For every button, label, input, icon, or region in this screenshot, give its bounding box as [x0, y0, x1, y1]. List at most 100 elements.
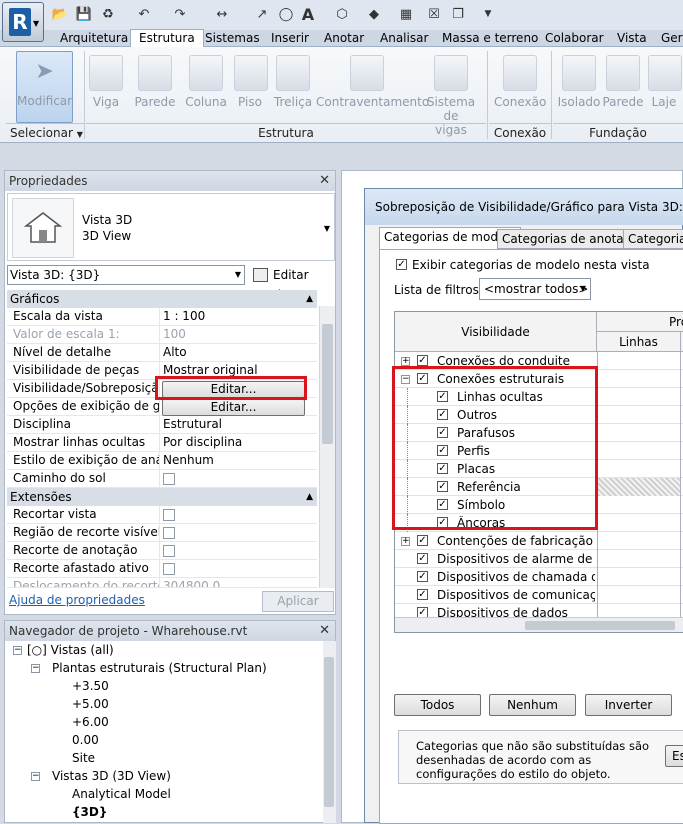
tab-inserir[interactable]: Inserir: [271, 31, 309, 45]
undo-icon[interactable]: ↶: [136, 6, 152, 22]
category-row[interactable]: ✓ Dispositivos de alarme de i...: [395, 550, 683, 568]
projection-lines-cell[interactable]: [597, 370, 681, 388]
tab-colaborar[interactable]: Colaborar: [545, 31, 604, 45]
view-instance-selector[interactable]: Vista 3D: {3D} ▼: [7, 265, 245, 285]
prop-value[interactable]: Nenhum: [159, 452, 317, 470]
projection-lines-cell[interactable]: [597, 424, 681, 442]
projection-lines-cell[interactable]: [597, 442, 681, 460]
wall-button[interactable]: Parede: [132, 53, 178, 127]
sun-path-checkbox[interactable]: [163, 473, 175, 485]
projection-lines-cell[interactable]: [597, 478, 681, 496]
annotation-crop-checkbox[interactable]: [163, 545, 175, 557]
tab-gerenciar[interactable]: Gere: [661, 31, 683, 45]
collapse-toggle[interactable]: −: [13, 646, 22, 655]
col-visibility[interactable]: Visibilidade: [395, 312, 597, 352]
tree-item-plan[interactable]: 0.00: [72, 731, 99, 749]
brace-button[interactable]: Contraventamento: [316, 53, 429, 127]
application-menu-button[interactable]: R ▼: [2, 2, 44, 42]
tree-item-plan[interactable]: +6.00: [72, 713, 109, 731]
truss-button[interactable]: Treliça: [272, 53, 314, 127]
prop-value[interactable]: Estrutural: [159, 416, 317, 434]
object-styles-button[interactable]: Estilo: [665, 745, 683, 767]
expand-toggle[interactable]: +: [401, 357, 410, 366]
prop-row[interactable]: Mostrar linhas ocultas Por disciplina: [7, 434, 317, 452]
tag-icon[interactable]: ◯: [278, 6, 294, 22]
category-row[interactable]: ✓ Dispositivos de comunicação: [395, 586, 683, 604]
visibility-checkbox[interactable]: ✓: [417, 553, 428, 564]
prop-row[interactable]: Escala da vista 1 : 100: [7, 308, 317, 326]
tree-item-plan[interactable]: +3.50: [72, 677, 109, 695]
tree-item-3d-view-active[interactable]: {3D}: [72, 803, 107, 821]
tab-vista[interactable]: Vista: [617, 31, 647, 45]
collapse-toggle[interactable]: −: [31, 772, 40, 781]
connection-button[interactable]: Conexão: [494, 53, 546, 127]
tree-item-3d-views[interactable]: Vistas 3D (3D View): [52, 767, 171, 785]
tree-item-structural-plans[interactable]: Plantas estruturais (Structural Plan): [52, 659, 267, 677]
category-row[interactable]: + ✓ Contenções de fabricação ...: [395, 532, 683, 550]
properties-scrollbar[interactable]: [319, 306, 335, 588]
collapse-toggle[interactable]: −: [31, 664, 40, 673]
scrollbar-thumb[interactable]: [324, 657, 334, 807]
prop-row[interactable]: Disciplina Estrutural: [7, 416, 317, 434]
tab-arquitetura[interactable]: Arquitetura: [60, 31, 128, 45]
invert-button[interactable]: Inverter: [585, 694, 672, 716]
far-clip-checkbox[interactable]: [163, 563, 175, 575]
projection-lines-cell[interactable]: [597, 352, 681, 370]
close-icon[interactable]: ✕: [319, 171, 330, 191]
apply-button[interactable]: Aplicar: [262, 591, 334, 612]
projection-lines-cell[interactable]: [597, 388, 681, 406]
properties-help-link[interactable]: Ajuda de propriedades: [9, 593, 145, 607]
group-extents[interactable]: Extensões ▲: [7, 488, 317, 506]
sync-icon[interactable]: ♻: [100, 6, 116, 22]
prop-value[interactable]: 1 : 100: [159, 308, 317, 326]
thin-lines-icon[interactable]: ▦: [398, 6, 414, 22]
tree-item-views[interactable]: [○] Vistas (all): [27, 641, 114, 659]
projection-lines-cell[interactable]: [597, 514, 681, 532]
text-icon[interactable]: A: [300, 5, 316, 24]
projection-lines-cell[interactable]: [597, 568, 681, 586]
crop-view-checkbox[interactable]: [163, 509, 175, 521]
filter-list-select[interactable]: <mostrar todos> ▼: [479, 278, 591, 300]
prop-value[interactable]: Por disciplina: [159, 434, 317, 452]
tab-anotar[interactable]: Anotar: [324, 31, 364, 45]
tab-estrutura[interactable]: Estrutura: [130, 29, 204, 47]
select-none-button[interactable]: Nenhum: [489, 694, 576, 716]
show-model-categories-checkbox[interactable]: ✓ Exibir categorias de modelo nesta vista: [396, 258, 650, 272]
col-lines[interactable]: Linhas: [597, 332, 681, 352]
category-row[interactable]: ✓ Dispositivos de chamada d...: [395, 568, 683, 586]
tab-analisar[interactable]: Analisar: [380, 31, 428, 45]
modify-button[interactable]: ➤ Modificar: [16, 51, 73, 123]
projection-lines-cell[interactable]: [597, 550, 681, 568]
tree-item-3d-view[interactable]: Analytical Model: [72, 785, 171, 803]
3d-view-icon[interactable]: ⬡: [334, 6, 350, 22]
tab-categories[interactable]: Categorias: [623, 229, 683, 249]
beam-button[interactable]: Viga: [88, 53, 124, 127]
visibility-checkbox[interactable]: ✓: [417, 535, 428, 546]
type-selector[interactable]: Vista 3D 3D View ▼: [7, 193, 335, 261]
visibility-checkbox[interactable]: ✓: [417, 589, 428, 600]
grid-horizontal-scrollbar[interactable]: [395, 617, 683, 632]
visibility-checkbox[interactable]: ✓: [417, 571, 428, 582]
group-graphics[interactable]: Gráficos ▲: [7, 290, 317, 308]
graphic-display-edit-button[interactable]: Editar...: [162, 399, 305, 416]
expand-toggle[interactable]: +: [401, 537, 410, 546]
close-icon[interactable]: ✕: [319, 621, 330, 641]
column-button[interactable]: Coluna: [184, 53, 228, 127]
tree-item-plan[interactable]: Site: [72, 749, 95, 767]
floor-button[interactable]: Piso: [234, 53, 268, 127]
prop-row[interactable]: Nível de detalhe Alto: [7, 344, 317, 362]
isolated-foundation-button[interactable]: Isolado: [556, 53, 602, 127]
tree-item-plan[interactable]: +5.00: [72, 695, 109, 713]
open-icon[interactable]: 📂: [52, 6, 68, 22]
visibility-checkbox[interactable]: ✓: [417, 355, 428, 366]
tab-massa-terreno[interactable]: Massa e terreno: [442, 31, 538, 45]
crop-region-checkbox[interactable]: [163, 527, 175, 539]
projection-lines-cell[interactable]: [597, 460, 681, 478]
projection-lines-cell[interactable]: [597, 532, 681, 550]
close-hidden-icon[interactable]: ☒: [426, 6, 442, 22]
projection-lines-cell[interactable]: [597, 586, 681, 604]
dimension-icon[interactable]: ↗: [254, 6, 270, 22]
slab-button[interactable]: Laje: [648, 53, 682, 127]
projection-lines-cell[interactable]: [597, 496, 681, 514]
prop-row[interactable]: Recorte afastado ativo: [7, 560, 317, 578]
